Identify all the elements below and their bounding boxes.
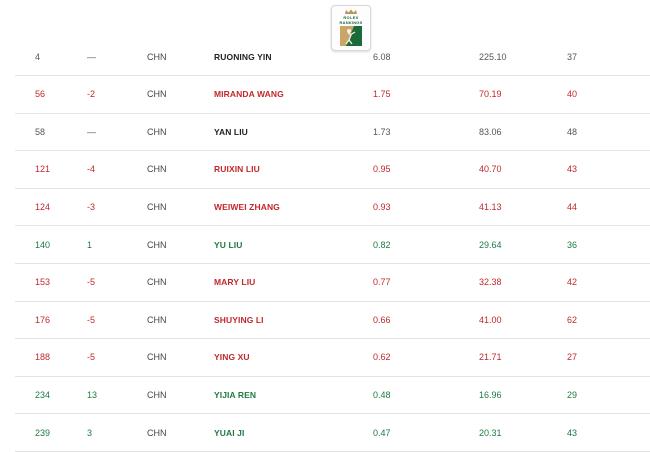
player-name-link[interactable]: MARY LIU xyxy=(214,277,255,287)
nationality-cell: CHN xyxy=(147,89,167,100)
table-row[interactable]: 188 -5 CHN YING XU 0.62 21.71 27 xyxy=(15,339,650,377)
player-name-link[interactable]: YING XU xyxy=(214,352,250,362)
average-points-cell: 0.82 xyxy=(373,239,391,250)
rank-cell: 58 xyxy=(35,126,46,137)
average-points-cell: 0.47 xyxy=(373,427,391,438)
average-points-cell: 1.73 xyxy=(373,126,391,137)
player-name-link[interactable]: YIJIA REN xyxy=(214,390,256,400)
movement-cell: -5 xyxy=(87,277,96,288)
golfer-emblem-icon xyxy=(340,26,362,46)
table-row[interactable]: 58 — CHN YAN LIU 1.73 83.06 48 xyxy=(15,114,650,152)
total-points-cell: 29.64 xyxy=(479,239,502,250)
rank-cell: 56 xyxy=(35,89,46,100)
table-row[interactable]: 153 -5 CHN MARY LIU 0.77 32.38 42 xyxy=(15,264,650,302)
player-name-link[interactable]: RUIXIN LIU xyxy=(214,164,260,174)
average-points-cell: 0.77 xyxy=(373,277,391,288)
table-row[interactable]: 56 -2 CHN MIRANDA WANG 1.75 70.19 40 xyxy=(15,76,650,114)
player-name-link[interactable]: SHUYING LI xyxy=(214,315,264,325)
rank-cell: 188 xyxy=(35,352,51,363)
nationality-cell: CHN xyxy=(147,126,167,137)
rank-cell: 234 xyxy=(35,390,51,401)
table-row[interactable]: 124 -3 CHN WEIWEI ZHANG 0.93 41.13 44 xyxy=(15,189,650,227)
table-row[interactable]: 176 -5 CHN SHUYING LI 0.66 41.00 62 xyxy=(15,302,650,340)
total-points-cell: 21.71 xyxy=(479,352,502,363)
movement-cell: -5 xyxy=(87,314,96,325)
rolex-rankings-logo[interactable]: ROLEX RANKINGS xyxy=(331,5,371,51)
rank-cell: 140 xyxy=(35,239,51,250)
movement-cell: 1 xyxy=(87,239,93,250)
table-row[interactable]: 239 3 CHN YUAI JI 0.47 20.31 43 xyxy=(15,414,650,452)
movement-cell: 13 xyxy=(87,390,98,401)
total-points-cell: 40.70 xyxy=(479,164,502,175)
movement-cell: -2 xyxy=(87,89,96,100)
movement-cell: -3 xyxy=(87,202,96,213)
player-name-link[interactable]: WEIWEI ZHANG xyxy=(214,202,280,212)
movement-cell: 3 xyxy=(87,427,93,438)
rank-cell: 153 xyxy=(35,277,51,288)
total-points-cell: 20.31 xyxy=(479,427,502,438)
events-cell: 37 xyxy=(567,51,578,62)
player-name-link[interactable]: RUONING YIN xyxy=(214,52,272,62)
movement-cell: — xyxy=(87,51,96,62)
average-points-cell: 1.75 xyxy=(373,89,391,100)
events-cell: 62 xyxy=(567,314,578,325)
movement-cell: -4 xyxy=(87,164,96,175)
average-points-cell: 0.62 xyxy=(373,352,391,363)
nationality-cell: CHN xyxy=(147,239,167,250)
nationality-cell: CHN xyxy=(147,390,167,401)
movement-cell: -5 xyxy=(87,352,96,363)
total-points-cell: 41.00 xyxy=(479,314,502,325)
table-row[interactable]: 121 -4 CHN RUIXIN LIU 0.95 40.70 43 xyxy=(15,151,650,189)
events-cell: 48 xyxy=(567,126,578,137)
rank-cell: 124 xyxy=(35,202,51,213)
events-cell: 29 xyxy=(567,390,578,401)
nationality-cell: CHN xyxy=(147,164,167,175)
player-name-link[interactable]: YUAI JI xyxy=(214,428,244,438)
average-points-cell: 0.66 xyxy=(373,314,391,325)
movement-cell: — xyxy=(87,126,96,137)
player-name-link[interactable]: MIRANDA WANG xyxy=(214,89,284,99)
average-points-cell: 6.08 xyxy=(373,51,391,62)
total-points-cell: 16.96 xyxy=(479,390,502,401)
nationality-cell: CHN xyxy=(147,51,167,62)
total-points-cell: 41.13 xyxy=(479,202,502,213)
nationality-cell: CHN xyxy=(147,277,167,288)
nationality-cell: CHN xyxy=(147,352,167,363)
events-cell: 42 xyxy=(567,277,578,288)
logo-line-2: RANKINGS xyxy=(339,20,363,25)
player-name-link[interactable]: YU LIU xyxy=(214,240,242,250)
nationality-cell: CHN xyxy=(147,427,167,438)
table-row[interactable]: 140 1 CHN YU LIU 0.82 29.64 36 xyxy=(15,226,650,264)
rank-cell: 121 xyxy=(35,164,51,175)
events-cell: 43 xyxy=(567,164,578,175)
average-points-cell: 0.95 xyxy=(373,164,391,175)
total-points-cell: 225.10 xyxy=(479,51,507,62)
events-cell: 27 xyxy=(567,352,578,363)
events-cell: 43 xyxy=(567,427,578,438)
rank-cell: 239 xyxy=(35,427,51,438)
events-cell: 44 xyxy=(567,202,578,213)
average-points-cell: 0.93 xyxy=(373,202,391,213)
table-row[interactable]: 234 13 CHN YIJIA REN 0.48 16.96 29 xyxy=(15,377,650,415)
rank-cell: 176 xyxy=(35,314,51,325)
rankings-table: 4 — CHN RUONING YIN 6.08 225.10 37 56 -2 CHN MIRAN… xyxy=(15,38,650,452)
rank-cell: 4 xyxy=(35,51,41,62)
player-name-link[interactable]: YAN LIU xyxy=(214,127,248,137)
total-points-cell: 32.38 xyxy=(479,277,502,288)
events-cell: 40 xyxy=(567,89,578,100)
total-points-cell: 70.19 xyxy=(479,89,502,100)
nationality-cell: CHN xyxy=(147,314,167,325)
events-cell: 36 xyxy=(567,239,578,250)
nationality-cell: CHN xyxy=(147,202,167,213)
average-points-cell: 0.48 xyxy=(373,390,391,401)
total-points-cell: 83.06 xyxy=(479,126,502,137)
